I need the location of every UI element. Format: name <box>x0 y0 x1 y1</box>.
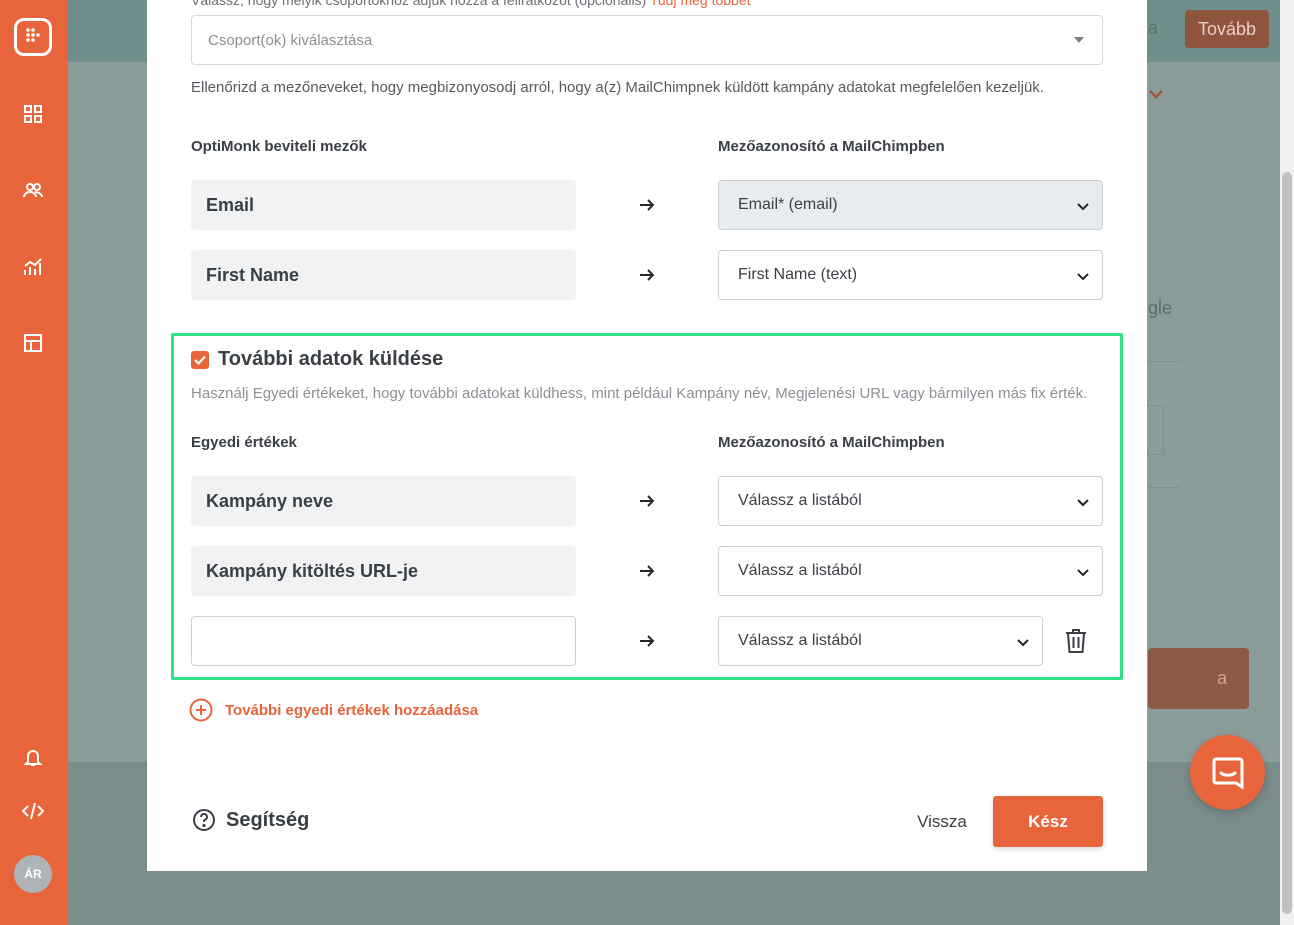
group-select-label-text: Válassz, hogy melyik csoportokhoz adjuk … <box>191 0 647 8</box>
help-label: Segítség <box>226 808 310 831</box>
custom-mapping-select-3[interactable]: Válassz a listából <box>718 616 1043 666</box>
background-divider-2 <box>1148 487 1180 488</box>
arrow-right-icon <box>637 561 657 581</box>
group-select-placeholder: Csoport(ok) kiválasztása <box>208 31 373 49</box>
chevron-down-icon <box>1077 569 1089 577</box>
custom-label-campaign-url: Kampány kitöltés URL-je <box>191 546 576 596</box>
custom-mapping-select-2[interactable]: Válassz a listából <box>718 546 1103 596</box>
background-next-button: Tovább <box>1185 10 1269 48</box>
mapping-select-email[interactable]: Email* (email) <box>718 180 1103 230</box>
fields-header-left: OptiMonk beviteli mezők <box>191 138 367 155</box>
code-icon[interactable] <box>20 798 46 824</box>
check-icon <box>194 355 206 365</box>
chevron-down-icon <box>1077 203 1089 211</box>
background-chevron-icon <box>1148 84 1164 105</box>
extra-data-title: További adatok küldése <box>218 348 444 370</box>
back-button[interactable]: Vissza <box>907 805 977 839</box>
custom-value-input[interactable] <box>191 616 576 666</box>
left-nav: ÁR <box>0 0 68 925</box>
chevron-down-icon <box>1077 499 1089 507</box>
integration-modal: Válassz, hogy melyik csoportokhoz adjuk … <box>147 0 1147 871</box>
arrow-right-icon <box>637 631 657 651</box>
chat-widget-button[interactable] <box>1190 735 1265 810</box>
analytics-icon[interactable] <box>20 254 46 280</box>
mapping-select-value: First Name (text) <box>738 266 858 283</box>
background-button-partial: a <box>1148 648 1249 709</box>
users-icon[interactable] <box>20 177 46 203</box>
fields-header-right: Mezőazonosító a MailChimpben <box>718 138 945 155</box>
avatar[interactable]: ÁR <box>14 855 52 893</box>
extra-data-description: Használj Egyedi értékeket, hogy további … <box>191 385 1088 402</box>
add-custom-value-button[interactable]: További egyedi értékek hozzáadása <box>189 698 478 722</box>
field-label-email: Email <box>191 180 576 230</box>
arrow-right-icon <box>637 265 657 285</box>
question-circle-icon <box>193 809 215 831</box>
arrow-right-icon <box>637 491 657 511</box>
custom-mapping-header: Mezőazonosító a MailChimpben <box>718 434 945 451</box>
group-select[interactable]: Csoport(ok) kiválasztása <box>191 15 1103 65</box>
mapping-select-value: Válassz a listából <box>738 562 862 579</box>
page-scrollbar[interactable] <box>1280 0 1294 925</box>
helper-text: Ellenőrizd a mezőneveket, hogy megbizony… <box>191 79 1044 96</box>
learn-more-link[interactable]: Tudj meg többet <box>650 0 751 8</box>
custom-values-header: Egyedi értékek <box>191 434 297 451</box>
optimonk-logo-icon[interactable] <box>14 18 52 56</box>
group-select-label: Válassz, hogy melyik csoportokhoz adjuk … <box>191 0 751 8</box>
trash-icon[interactable] <box>1064 627 1088 655</box>
chat-icon <box>1212 757 1243 790</box>
custom-mapping-select-1[interactable]: Válassz a listából <box>718 476 1103 526</box>
arrow-right-icon <box>637 195 657 215</box>
chevron-down-icon <box>1077 273 1089 281</box>
done-button[interactable]: Kész <box>993 796 1103 847</box>
mapping-select-value: Válassz a listából <box>738 632 862 649</box>
mapping-select-value: Válassz a listából <box>738 492 862 509</box>
mapping-select-value: Email* (email) <box>738 196 838 213</box>
chevron-down-icon <box>1017 639 1029 647</box>
extra-data-checkbox[interactable] <box>191 351 209 369</box>
plus-circle-icon <box>189 698 213 722</box>
bell-icon[interactable] <box>20 744 46 770</box>
background-partial-text-2: gle <box>1148 298 1173 318</box>
custom-label-campaign-name: Kampány neve <box>191 476 576 526</box>
mapping-select-first-name[interactable]: First Name (text) <box>718 250 1103 300</box>
field-label-first-name: First Name <box>191 250 576 300</box>
help-link[interactable]: Segítség <box>192 808 309 832</box>
background-divider <box>1148 361 1180 362</box>
caret-down-icon <box>1074 37 1084 43</box>
background-partial-text: a <box>1148 18 1159 38</box>
scrollbar-thumb[interactable] <box>1282 172 1292 914</box>
dashboard-icon[interactable] <box>20 101 46 127</box>
templates-icon[interactable] <box>20 330 46 356</box>
add-custom-value-label: További egyedi értékek hozzáadása <box>225 701 479 719</box>
